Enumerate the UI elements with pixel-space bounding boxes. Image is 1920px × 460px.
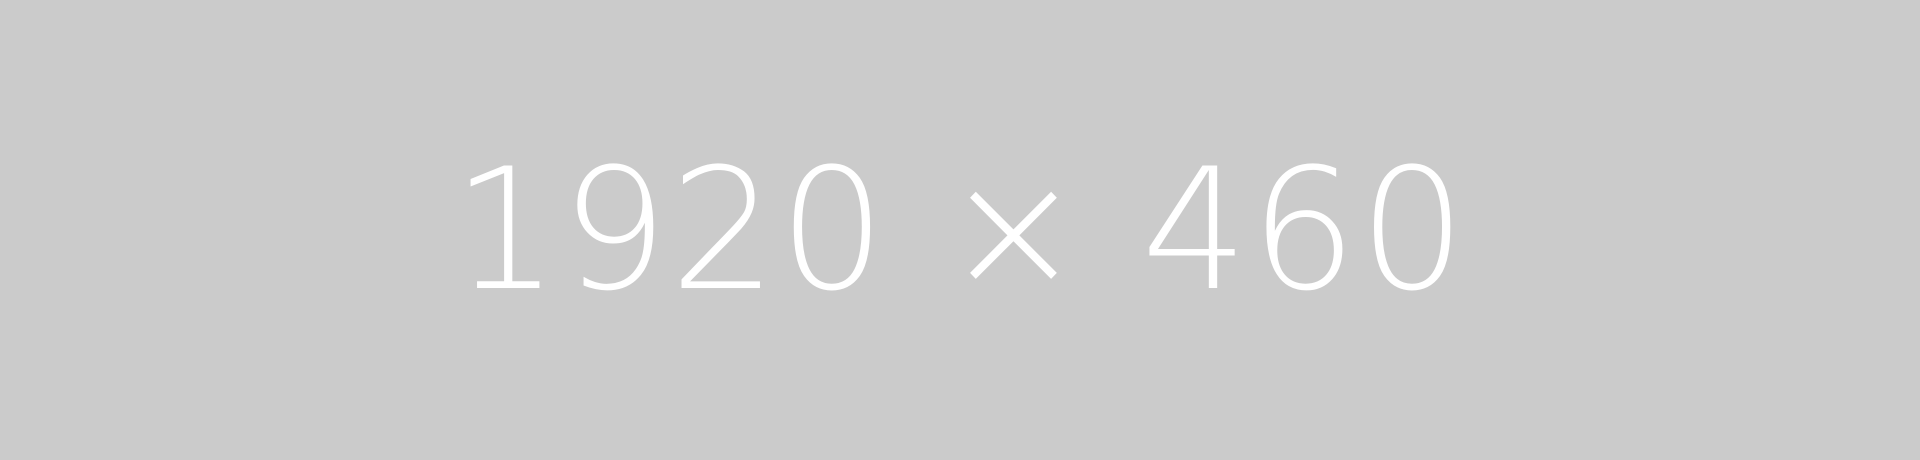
placeholder-image: 1920 × 460 bbox=[0, 0, 1920, 460]
placeholder-dimensions-label: 1920 × 460 bbox=[452, 132, 1468, 328]
